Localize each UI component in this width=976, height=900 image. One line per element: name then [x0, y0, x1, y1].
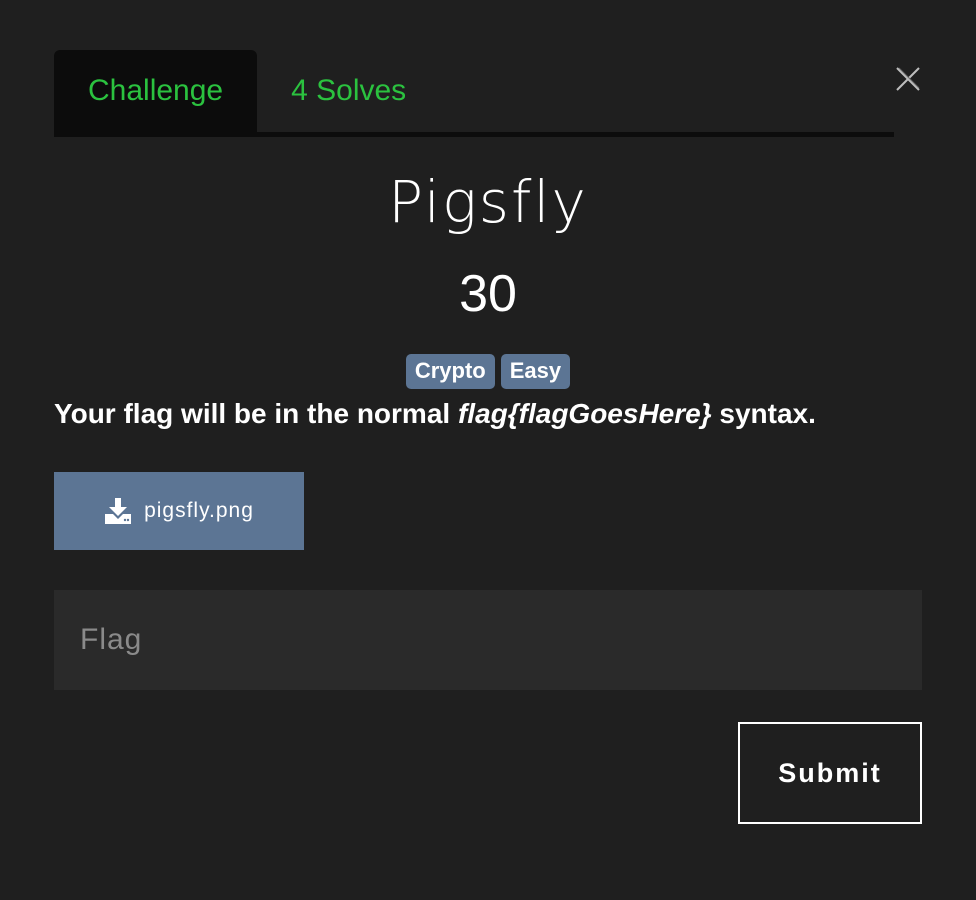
- description-flag-format: flag{flagGoesHere}: [457, 398, 712, 429]
- download-icon: [105, 498, 132, 524]
- tab-challenge[interactable]: Challenge: [54, 50, 258, 132]
- challenge-description: Your flag will be in the normal flag{fla…: [54, 398, 922, 430]
- challenge-modal: Challenge 4 Solves Pigsfly 30 Crypto Eas…: [0, 0, 976, 900]
- tab-bar: Challenge 4 Solves: [54, 50, 894, 137]
- file-download-button[interactable]: pigsfly.png: [54, 472, 304, 550]
- description-text: Your flag will be in the normal: [54, 398, 458, 429]
- flag-input[interactable]: [54, 590, 922, 690]
- tag-easy: Easy: [500, 354, 571, 389]
- tag-crypto: Crypto: [405, 354, 495, 389]
- file-name: pigsfly.png: [144, 499, 254, 522]
- submit-button[interactable]: Submit: [738, 722, 922, 824]
- challenge-points: 30: [459, 265, 517, 323]
- tag-list: Crypto Easy: [0, 354, 976, 389]
- challenge-title: Pigsfly: [388, 168, 588, 236]
- close-button[interactable]: [893, 64, 923, 94]
- close-icon: [896, 67, 920, 91]
- tab-solves[interactable]: 4 Solves: [257, 50, 440, 132]
- description-text-end: syntax.: [711, 398, 816, 429]
